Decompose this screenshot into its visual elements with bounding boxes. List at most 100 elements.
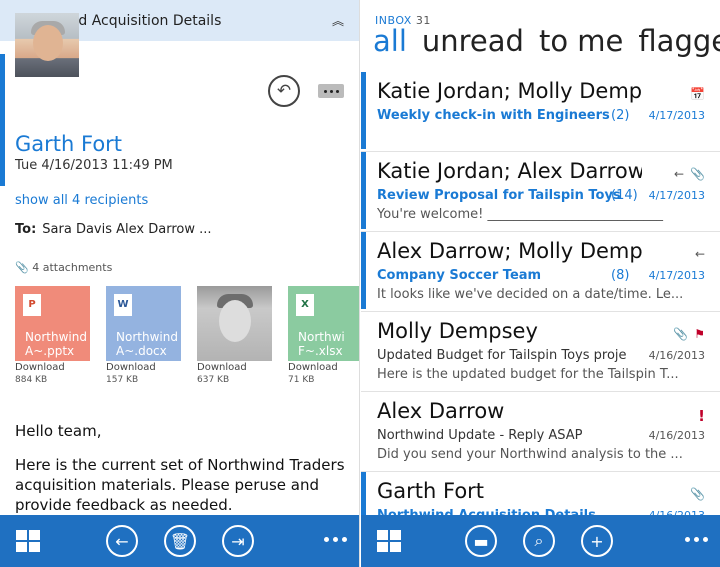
message-icons: 📎 — [690, 487, 705, 501]
message-count: (8) — [611, 268, 630, 283]
attachment-size: 884 KB — [15, 375, 48, 385]
folders-icon[interactable]: ▬ — [465, 525, 497, 557]
list-item[interactable]: Katie Jordan; Molly Demps 📅 Weekly check… — [361, 72, 720, 152]
attachments-count: 📎 4 attachments — [15, 261, 113, 274]
message-icons: ! — [698, 407, 705, 425]
message-icons: 📅 — [690, 87, 705, 101]
avatar — [15, 13, 79, 77]
attachment-xlsx[interactable]: X Northwi F~.xlsx Download 71 KB — [288, 286, 359, 385]
more-icon[interactable] — [324, 537, 347, 542]
search-icon[interactable]: ⌕ — [523, 525, 555, 557]
attachment-name: Northwi F~.xlsx — [298, 330, 345, 358]
message-subject: Weekly check-in with Engineers — [377, 108, 610, 123]
download-link[interactable]: Download — [15, 362, 90, 373]
message-from: Alex Darrow — [377, 399, 505, 423]
powerpoint-icon: P — [23, 294, 41, 316]
message-count: (14) — [611, 188, 638, 203]
reply-icon: ← — [673, 167, 685, 181]
photo-thumb[interactable] — [197, 286, 272, 361]
download-link[interactable]: Download — [197, 362, 272, 373]
inbox-pane: INBOX31 allunreadto meflagged Katie Jord… — [361, 0, 720, 567]
message-from: Garth Fort — [377, 479, 485, 503]
pivot-all[interactable]: all — [373, 24, 407, 58]
to-label: To: — [15, 222, 37, 237]
excel-icon: X — [296, 294, 314, 316]
message-subject: Updated Budget for Tailspin Toys project — [377, 348, 627, 363]
attachment-photo[interactable]: Download 637 KB — [197, 286, 272, 385]
pivot-unread[interactable]: unread — [422, 24, 524, 58]
to-line: To: Sara Davis Alex Darrow ... — [15, 222, 212, 237]
app-bar: ← 🗑 ⇥ — [0, 515, 359, 567]
message-list: Katie Jordan; Molly Demps 📅 Weekly check… — [361, 72, 720, 552]
to-recipients[interactable]: Sara Davis Alex Darrow ... — [42, 222, 211, 237]
move-icon[interactable]: ⇥ — [222, 525, 254, 557]
show-recipients-link[interactable]: show all 4 recipients — [15, 193, 148, 208]
message-date: 4/16/2013 — [648, 429, 705, 442]
message-date: 4/17/2013 — [648, 189, 705, 202]
list-item[interactable]: Alex Darrow ! Northwind Update - Reply A… — [361, 392, 720, 472]
attachment-name: Northwind A~.pptx — [25, 330, 87, 358]
attachment-size: 71 KB — [288, 375, 315, 385]
message-icons: ← — [695, 247, 705, 261]
message-from: Molly Dempsey — [377, 319, 538, 343]
app-bar: ▬ ⌕ + — [361, 515, 720, 567]
attachments-label: 4 attachments — [32, 261, 113, 274]
pivot-header: all unread to me flagged — [373, 24, 720, 58]
sender-name[interactable]: Garth Fort — [15, 132, 122, 156]
body-paragraph: Hello team, — [15, 422, 102, 440]
word-icon: W — [114, 294, 132, 316]
attachment-icon: 📎 — [690, 487, 705, 501]
message-from: Katie Jordan; Alex Darrow; — [377, 159, 642, 183]
message-preview: You're welcome! ________________________… — [377, 207, 664, 222]
reply-icon: ← — [694, 247, 705, 261]
pivot-to-me[interactable]: to me — [539, 24, 623, 58]
attachment-size: 637 KB — [197, 375, 230, 385]
tiles-icon[interactable] — [16, 530, 40, 552]
sent-date: Tue 4/16/2013 11:49 PM — [15, 158, 173, 173]
message-from: Alex Darrow; Molly Demps — [377, 239, 642, 263]
message-count: (2) — [611, 108, 630, 123]
message-preview: It looks like we've decided on a date/ti… — [377, 287, 684, 302]
attachment-icon: 📎 — [690, 167, 705, 181]
collapse-icon[interactable]: ︽ — [332, 12, 344, 29]
unread-indicator — [0, 54, 5, 186]
message-subject: Northwind Update - Reply ASAP — [377, 428, 583, 443]
attachment-pptx[interactable]: P Northwind A~.pptx Download 884 KB — [15, 286, 90, 385]
delete-icon[interactable]: 🗑 — [164, 525, 196, 557]
list-item[interactable]: Alex Darrow; Molly Demps ← Company Socce… — [361, 232, 720, 312]
important-icon: ! — [698, 407, 705, 425]
download-link[interactable]: Download — [288, 362, 359, 373]
more-icon[interactable] — [318, 84, 344, 98]
attachment-name: Northwind A~.docx — [116, 330, 178, 358]
message-icons: ← 📎 — [674, 167, 705, 181]
attachment-thumb[interactable]: X Northwi F~.xlsx — [288, 286, 359, 361]
message-body: Hello team, Here is the current set of N… — [15, 421, 350, 529]
flag-icon: ⚑ — [694, 327, 705, 341]
message-icons: 📎 ⚑ — [673, 327, 705, 341]
reply-icon[interactable]: ↶ — [268, 75, 300, 107]
message-subject: Review Proposal for Tailspin Toys — [377, 188, 621, 203]
reading-pane: Northwind Acquisition Details ︽ ↶ Garth … — [0, 0, 360, 567]
message-date: 4/17/2013 — [648, 109, 705, 122]
message-date: 4/17/2013 — [648, 269, 705, 282]
attachment-docx[interactable]: W Northwind A~.docx Download 157 KB — [106, 286, 181, 385]
body-paragraph: Here is the current set of Northwind Tra… — [15, 456, 345, 514]
message-subject: Company Soccer Team — [377, 268, 542, 283]
attachments-list: P Northwind A~.pptx Download 884 KB W Nort… — [15, 286, 359, 385]
calendar-icon: 📅 — [690, 87, 705, 101]
attachment-thumb[interactable]: P Northwind A~.pptx — [15, 286, 90, 361]
attachment-size: 157 KB — [106, 375, 139, 385]
back-icon[interactable]: ← — [106, 525, 138, 557]
new-icon[interactable]: + — [581, 525, 613, 557]
list-item[interactable]: Katie Jordan; Alex Darrow; ← 📎 Review Pro… — [361, 152, 720, 232]
pivot-flagged[interactable]: flagged — [638, 24, 720, 58]
attachment-icon: 📎 — [673, 327, 689, 341]
tiles-icon[interactable] — [377, 530, 401, 552]
attachment-thumb[interactable]: W Northwind A~.docx — [106, 286, 181, 361]
message-from: Katie Jordan; Molly Demps — [377, 79, 642, 103]
more-icon[interactable] — [685, 537, 708, 542]
message-preview: Did you send your Northwind analysis to … — [377, 447, 683, 462]
message-preview: Here is the updated budget for the Tails… — [377, 367, 679, 382]
download-link[interactable]: Download — [106, 362, 181, 373]
list-item[interactable]: Molly Dempsey 📎 ⚑ Updated Budget for Tail… — [361, 312, 720, 392]
